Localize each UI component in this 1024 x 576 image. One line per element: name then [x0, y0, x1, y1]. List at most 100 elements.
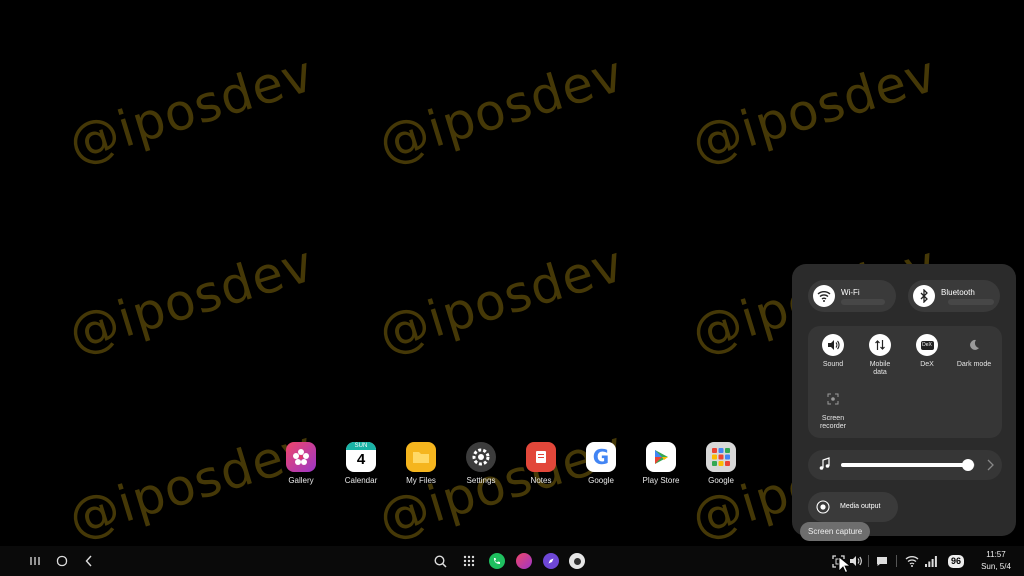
- home-icon: [56, 555, 68, 567]
- app-label: Google: [708, 476, 734, 485]
- media-output-button[interactable]: Media output: [808, 492, 898, 522]
- clock[interactable]: 11:57 Sun, 5/4: [976, 549, 1016, 573]
- app-label: Settings: [466, 476, 496, 485]
- recent-apps-button[interactable]: [26, 546, 44, 576]
- taskbar: 96 11:57 Sun, 5/4: [0, 546, 1024, 576]
- dark-mode-icon: [963, 334, 985, 356]
- signal-status[interactable]: [923, 546, 939, 576]
- notes-icon: [526, 442, 556, 472]
- mobile-data-label: Mobile data: [869, 361, 891, 376]
- watermark: @iposdev: [62, 44, 321, 174]
- watermark: @iposdev: [62, 234, 321, 364]
- bluetooth-label: Bluetooth: [941, 288, 975, 297]
- dock-app-my-files[interactable]: My Files: [391, 442, 451, 485]
- app-label: Notes: [530, 476, 552, 485]
- screen-recorder-toggle[interactable]: Screen recorder: [810, 388, 856, 431]
- music-note-icon: [818, 457, 832, 476]
- search-icon: [433, 554, 447, 568]
- bluetooth-toggle[interactable]: Bluetooth: [908, 280, 1000, 312]
- app-label: Play Store: [642, 476, 680, 485]
- volume-slider-row: [808, 450, 1002, 480]
- watermark: @iposdev: [372, 234, 631, 364]
- settings-icon: [466, 442, 496, 472]
- camera-icon: [569, 553, 585, 569]
- search-button[interactable]: [431, 546, 449, 576]
- wifi-toggle[interactable]: Wi-Fi: [808, 280, 896, 312]
- app-label: Calendar: [344, 476, 378, 485]
- taskbar-divider: [868, 555, 869, 567]
- taskbar-camera-app[interactable]: [568, 546, 586, 576]
- wifi-icon: [905, 556, 919, 567]
- app-label: Gallery: [288, 476, 314, 485]
- gallery-icon: [286, 442, 316, 472]
- dock-app-play-store[interactable]: Play Store: [631, 442, 691, 485]
- bluetooth-status-redacted: [948, 299, 994, 305]
- volume-thumb[interactable]: [962, 459, 975, 471]
- clock-time: 11:57: [986, 550, 1006, 559]
- gallery-icon: [516, 553, 532, 569]
- home-button[interactable]: [53, 546, 71, 576]
- screen-recorder-icon: [822, 388, 844, 410]
- my-files-icon: [406, 442, 436, 472]
- screen-capture-tooltip: Screen capture: [800, 522, 871, 541]
- quick-panel: Wi-Fi Bluetooth Sound Mobile data DeX De: [792, 264, 1016, 536]
- media-output-icon: [816, 500, 830, 519]
- battery-status[interactable]: 96: [945, 546, 967, 576]
- taskbar-browser-app[interactable]: [542, 546, 560, 576]
- bluetooth-icon: [913, 285, 935, 307]
- phone-icon: [489, 553, 505, 569]
- dock-app-gallery[interactable]: Gallery: [271, 442, 331, 485]
- watermark: @iposdev: [372, 44, 631, 174]
- recent-apps-icon: [30, 557, 40, 565]
- dock-app-notes[interactable]: Notes: [511, 442, 571, 485]
- sound-icon: [822, 334, 844, 356]
- wifi-label: Wi-Fi: [841, 288, 860, 297]
- google-icon: G: [586, 442, 616, 472]
- mobile-data-toggle[interactable]: Mobile data: [857, 334, 903, 377]
- volume-icon: [850, 556, 862, 566]
- mouse-cursor-icon: [838, 556, 850, 574]
- google-folder-icon: [706, 442, 736, 472]
- back-icon: [85, 555, 92, 567]
- app-drawer-icon: [463, 555, 475, 567]
- taskbar-gallery-app[interactable]: [515, 546, 533, 576]
- app-label: Google: [588, 476, 614, 485]
- dex-toggle[interactable]: DeX DeX: [904, 334, 950, 369]
- dock-app-google[interactable]: G Google: [571, 442, 631, 485]
- apps-button[interactable]: [460, 546, 478, 576]
- notifications-button[interactable]: [873, 546, 891, 576]
- wifi-icon: [813, 285, 835, 307]
- app-label: My Files: [406, 476, 436, 485]
- volume-slider[interactable]: [841, 459, 975, 471]
- dark-mode-label: Dark mode: [956, 361, 992, 368]
- wifi-network-redacted: [841, 299, 885, 305]
- dock-app-calendar[interactable]: SUN 4 Calendar: [331, 442, 391, 485]
- dock-folder-google[interactable]: Google: [691, 442, 751, 485]
- sound-toggle[interactable]: Sound: [810, 334, 856, 369]
- dex-label: DeX: [920, 361, 934, 368]
- dark-mode-toggle[interactable]: Dark mode: [951, 334, 997, 369]
- mobile-data-icon: [869, 334, 891, 356]
- media-output-label: Media output: [840, 503, 881, 510]
- browser-icon: [543, 553, 559, 569]
- battery-badge: 96: [947, 554, 964, 568]
- taskbar-divider: [896, 555, 897, 567]
- calendar-date: 4: [356, 451, 366, 468]
- sound-label: Sound: [822, 361, 844, 368]
- clock-date: Sun, 5/4: [981, 562, 1011, 571]
- wifi-status[interactable]: [903, 546, 921, 576]
- calendar-icon: SUN 4: [346, 442, 376, 472]
- quick-settings-tiles: Sound Mobile data DeX DeX Dark mode Scre…: [808, 326, 1002, 438]
- volume-fill: [841, 463, 969, 467]
- screen-recorder-label: Screen recorder: [819, 415, 847, 430]
- play-store-icon: [646, 442, 676, 472]
- dock-app-settings[interactable]: Settings: [451, 442, 511, 485]
- message-icon: [877, 557, 887, 566]
- dex-icon: DeX: [916, 334, 938, 356]
- volume-expand-chevron-icon[interactable]: [986, 458, 994, 476]
- signal-icon: [925, 555, 937, 567]
- back-button[interactable]: [80, 546, 98, 576]
- taskbar-phone-app[interactable]: [488, 546, 506, 576]
- calendar-header: SUN: [346, 442, 376, 450]
- watermark: @iposdev: [685, 44, 944, 174]
